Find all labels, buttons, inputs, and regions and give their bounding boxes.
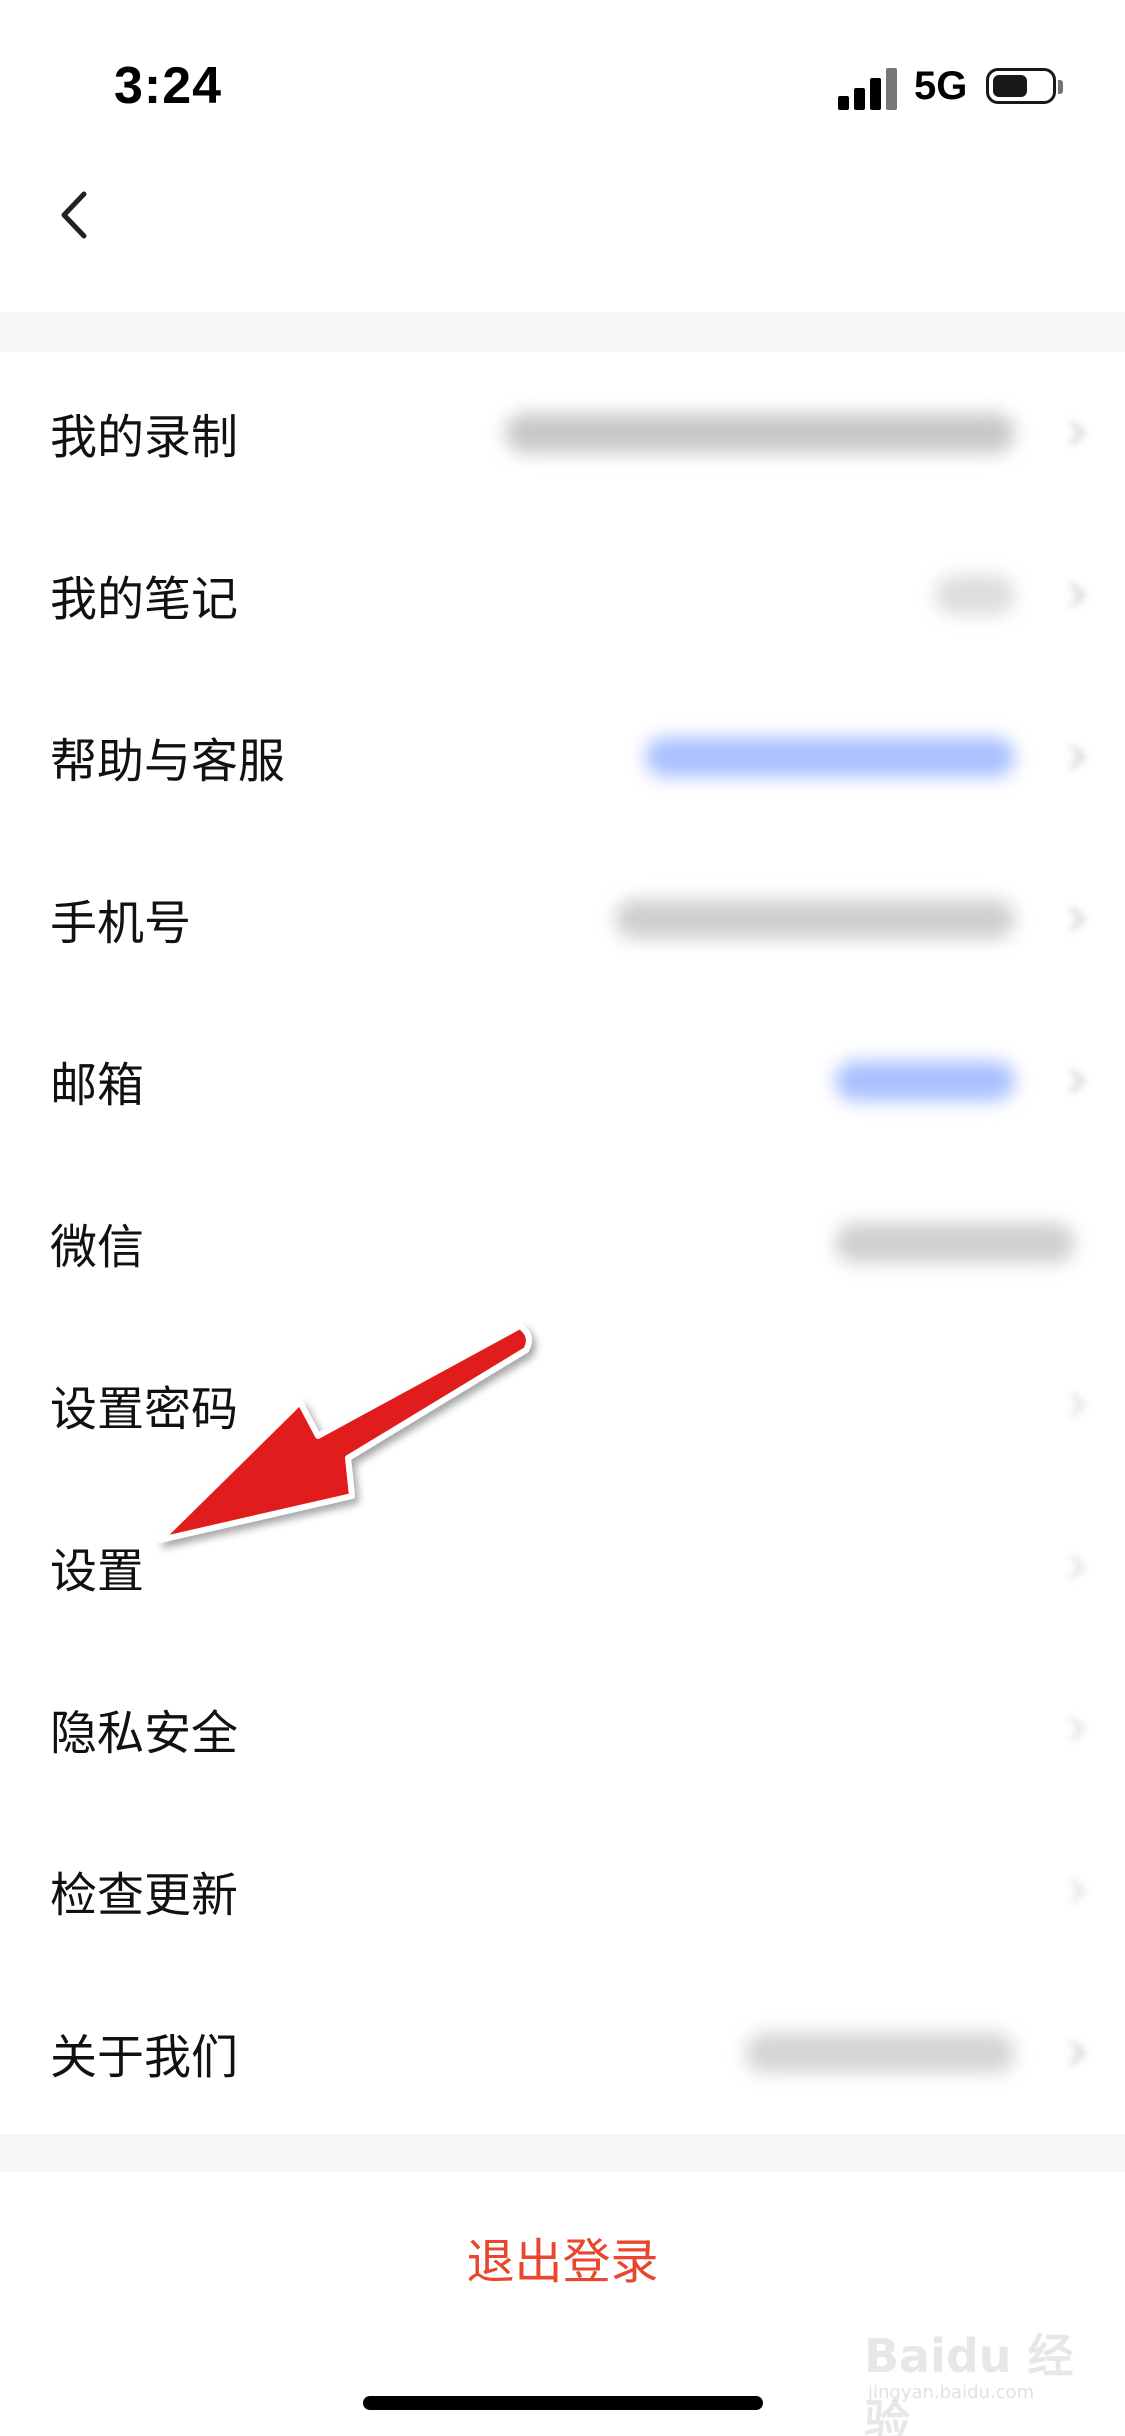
- blurred-value: [745, 2033, 1015, 2073]
- menu-item-label: 手机号: [50, 896, 191, 950]
- menu-item-label: 关于我们: [50, 2030, 238, 2084]
- status-bar: 3:24 5G: [0, 0, 1125, 150]
- menu-item-phone[interactable]: 手机号: [0, 838, 1125, 1000]
- menu-item-label: 邮箱: [50, 1058, 144, 1112]
- back-button[interactable]: [40, 180, 110, 250]
- chevron-right-icon: [1061, 1552, 1091, 1582]
- blurred-link-value: [645, 737, 1015, 777]
- blurred-value: [935, 575, 1015, 615]
- battery-icon: [986, 68, 1063, 104]
- menu-item-about-us[interactable]: 关于我们: [0, 1972, 1125, 2134]
- menu-item-help-support[interactable]: 帮助与客服: [0, 676, 1125, 838]
- network-type: 5G: [914, 64, 968, 108]
- nav-bar: [0, 150, 1125, 312]
- blurred-value: [615, 899, 1015, 939]
- section-divider: [0, 312, 1125, 352]
- settings-menu-list: 我的录制 我的笔记 帮助与客服 手机号 邮箱 微信 设置密码 设置 隐私安全 检: [0, 352, 1125, 2134]
- blurred-value: [835, 1223, 1075, 1263]
- menu-item-email[interactable]: 邮箱: [0, 1000, 1125, 1162]
- menu-item-my-notes[interactable]: 我的笔记: [0, 514, 1125, 676]
- chevron-right-icon: [1061, 418, 1091, 448]
- signal-strength-icon: [838, 66, 898, 110]
- menu-item-label: 帮助与客服: [50, 734, 285, 788]
- menu-item-wechat[interactable]: 微信: [0, 1162, 1125, 1324]
- menu-item-set-password[interactable]: 设置密码: [0, 1324, 1125, 1486]
- chevron-right-icon: [1061, 1714, 1091, 1744]
- watermark-subtext: jingyan.baidu.com: [868, 2382, 1035, 2403]
- logout-section: 退出登录: [0, 2172, 1125, 2342]
- battery-fill: [993, 75, 1027, 97]
- section-divider: [0, 2134, 1125, 2172]
- chevron-right-icon: [1061, 904, 1091, 934]
- blurred-value: [505, 413, 1015, 453]
- home-indicator[interactable]: [363, 2396, 763, 2410]
- watermark-text: Baidu 经验: [864, 2329, 1074, 2436]
- chevron-right-icon: [1061, 1390, 1091, 1420]
- menu-item-label: 设置密码: [50, 1382, 238, 1436]
- chevron-left-icon: [61, 191, 87, 239]
- blurred-link-value: [835, 1061, 1015, 1101]
- logout-button[interactable]: 退出登录: [0, 2172, 1125, 2342]
- chevron-right-icon: [1061, 742, 1091, 772]
- menu-item-label: 隐私安全: [50, 1706, 238, 1760]
- menu-item-label: 微信: [50, 1220, 144, 1274]
- menu-item-label: 我的笔记: [50, 572, 238, 626]
- menu-item-label: 我的录制: [50, 410, 238, 464]
- menu-item-label: 检查更新: [50, 1868, 238, 1922]
- menu-item-label: 设置: [50, 1544, 144, 1598]
- chevron-right-icon: [1061, 580, 1091, 610]
- baidu-watermark-logo: Baidu 经验 jingyan.baidu.com: [860, 2320, 1110, 2436]
- chevron-right-icon: [1061, 2038, 1091, 2068]
- status-time: 3:24: [114, 57, 223, 115]
- menu-item-privacy-security[interactable]: 隐私安全: [0, 1648, 1125, 1810]
- menu-item-check-update[interactable]: 检查更新: [0, 1810, 1125, 1972]
- menu-item-settings[interactable]: 设置: [0, 1486, 1125, 1648]
- chevron-right-icon: [1061, 1876, 1091, 1906]
- menu-item-my-recordings[interactable]: 我的录制: [0, 352, 1125, 514]
- chevron-right-icon: [1061, 1066, 1091, 1096]
